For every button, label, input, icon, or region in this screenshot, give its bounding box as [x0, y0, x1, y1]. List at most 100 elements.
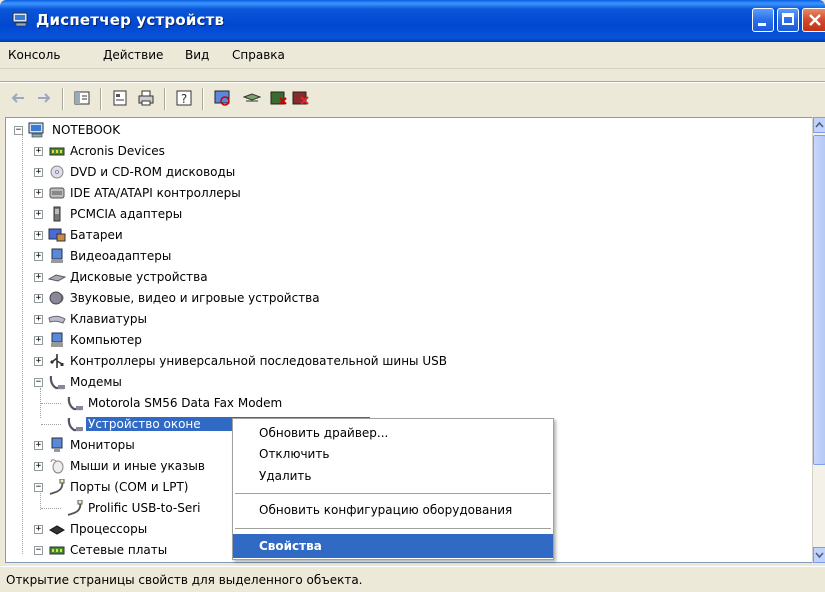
monitor-icon [51, 437, 63, 452]
properties-icon[interactable] [110, 88, 130, 108]
cdrom-icon [50, 165, 64, 179]
menu-help[interactable]: Справка [232, 48, 285, 62]
expand-icon[interactable]: + [34, 252, 43, 261]
tree-connector [41, 403, 61, 404]
close-icon [809, 14, 821, 26]
tree-item-label: Компьютер [70, 333, 142, 347]
tree-item[interactable]: + Клавиатуры [26, 309, 526, 329]
chevron-down-icon [815, 552, 824, 559]
expand-icon[interactable]: + [34, 273, 43, 282]
update-driver-icon[interactable] [242, 88, 262, 108]
disk-drive-icon [48, 274, 66, 282]
network-card-icon [49, 147, 65, 156]
menu-item-scan-hardware[interactable]: Обновить конфигурацию оборудования [233, 499, 553, 521]
port-icon [67, 500, 83, 516]
expand-icon[interactable]: + [34, 168, 43, 177]
minimize-button[interactable] [752, 8, 774, 32]
expand-icon[interactable]: + [34, 189, 43, 198]
expand-icon[interactable]: + [34, 294, 43, 303]
collapse-icon[interactable]: − [34, 546, 43, 555]
pcmcia-icon [53, 206, 61, 222]
toolbar-separator [62, 88, 64, 110]
toolbar-separator [202, 88, 204, 110]
show-hide-tree-icon[interactable] [72, 88, 92, 108]
tree-item-label: DVD и CD-ROM дисководы [70, 165, 236, 179]
scroll-down-button[interactable] [813, 547, 825, 563]
tree-item[interactable]: + Батареи [26, 225, 526, 245]
port-icon [49, 479, 65, 495]
expand-icon[interactable]: + [34, 525, 43, 534]
menu-console[interactable]: Консоль [8, 48, 60, 62]
vertical-scrollbar[interactable] [812, 117, 825, 563]
print-icon[interactable] [136, 88, 156, 108]
expand-icon[interactable]: + [34, 315, 43, 324]
tree-item[interactable]: − Модемы [26, 372, 526, 392]
device-manager-icon [12, 12, 28, 27]
tree-item-label: Acronis Devices [70, 144, 165, 158]
close-button[interactable] [802, 8, 825, 32]
status-text: Открытие страницы свойств для выделенног… [6, 573, 363, 587]
collapse-icon[interactable]: − [34, 378, 43, 387]
tree-connector [41, 508, 61, 509]
tree-item[interactable]: + DVD и CD-ROM дисководы [26, 162, 526, 182]
menu-item-uninstall[interactable]: Удалить [233, 465, 553, 487]
tree-item[interactable]: + Звуковые, видео и игровые устройства [26, 288, 526, 308]
minimize-icon [758, 23, 766, 26]
menu-item-properties[interactable]: Свойства [233, 534, 553, 558]
back-icon[interactable] [8, 88, 28, 108]
menu-view[interactable]: Вид [185, 48, 209, 62]
menu-separator [235, 528, 551, 529]
collapse-icon[interactable]: − [14, 126, 23, 135]
menu-action[interactable]: Действие [103, 48, 163, 62]
expand-icon[interactable]: + [34, 231, 43, 240]
tree-item-label: Prolific USB-to-Seri [88, 501, 201, 515]
uninstall-icon[interactable] [290, 88, 310, 108]
scan-hardware-icon[interactable] [212, 88, 232, 108]
tree-item[interactable]: + Видеоадаптеры [26, 246, 526, 266]
expand-icon[interactable]: + [34, 210, 43, 219]
collapse-icon[interactable]: − [34, 483, 43, 492]
maximize-button[interactable] [777, 8, 799, 32]
tree-item-label: Батареи [70, 228, 123, 242]
device-manager-window: Диспетчер устройств Консоль Действие Вид… [0, 0, 825, 592]
scroll-up-button[interactable] [813, 117, 825, 133]
menu-separator [0, 81, 825, 83]
network-card-icon [49, 546, 65, 555]
tree-item-label: Motorola SM56 Data Fax Modem [88, 396, 283, 410]
toolbar: ? [0, 84, 825, 114]
scroll-thumb[interactable] [813, 135, 825, 465]
tree-item[interactable]: + Компьютер [26, 330, 526, 350]
tree-item-label: Модемы [70, 375, 122, 389]
battery-icon [48, 228, 66, 242]
tree-item-label: Дисковые устройства [70, 270, 208, 284]
expand-icon[interactable]: + [34, 462, 43, 471]
expand-icon[interactable]: + [34, 357, 43, 366]
modem-icon [67, 396, 83, 411]
menu-item-disable[interactable]: Отключить [233, 443, 553, 465]
tree-item[interactable]: + Acronis Devices [26, 141, 526, 161]
window-title: Диспетчер устройств [36, 11, 225, 29]
tree-item[interactable]: + IDE ATA/ATAPI контроллеры [26, 183, 526, 203]
tree-item-label: Процессоры [70, 522, 148, 536]
mouse-icon [50, 459, 64, 474]
tree-item[interactable]: Motorola SM56 Data Fax Modem [62, 393, 362, 413]
processor-icon [48, 525, 66, 535]
forward-icon[interactable] [34, 88, 54, 108]
tree-item[interactable]: + Дисковые устройства [26, 267, 526, 287]
help-icon[interactable]: ? [174, 88, 194, 108]
menu-item-update-driver[interactable]: Обновить драйвер... [233, 422, 553, 444]
ide-controller-icon [49, 187, 65, 199]
computer-icon [51, 332, 63, 347]
expand-icon[interactable]: + [34, 336, 43, 345]
expand-icon[interactable]: + [34, 147, 43, 156]
menu-separator [235, 493, 551, 494]
tree-item[interactable]: + Контроллеры универсальной последовател… [26, 351, 526, 371]
chevron-up-icon [815, 121, 824, 128]
title-bar[interactable]: Диспетчер устройств [0, 0, 825, 42]
tree-root[interactable]: − NOTEBOOK [8, 120, 208, 140]
expand-icon[interactable]: + [34, 441, 43, 450]
tree-item-label: Звуковые, видео и игровые устройства [70, 291, 320, 305]
disable-icon[interactable] [268, 88, 288, 108]
tree-item[interactable]: + PCMCIA адаптеры [26, 204, 526, 224]
tree-item-label: IDE ATA/ATAPI контроллеры [70, 186, 241, 200]
